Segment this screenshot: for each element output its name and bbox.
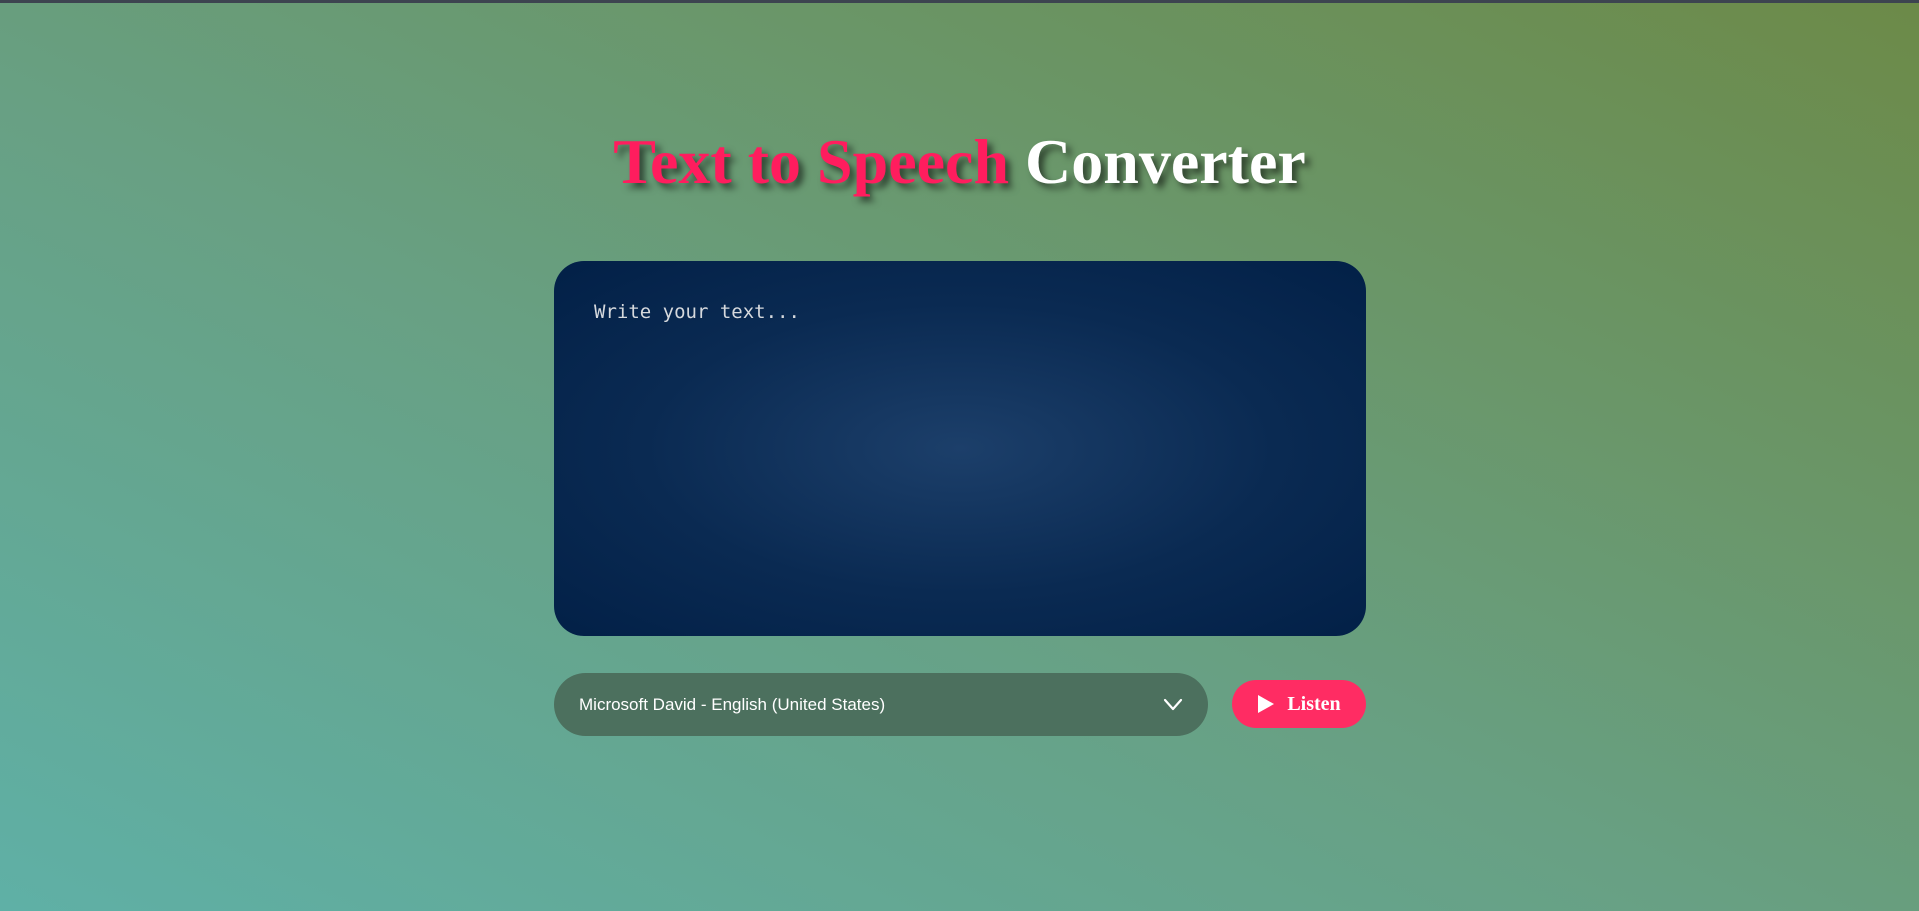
title-rest: Converter — [1025, 126, 1306, 197]
voice-select[interactable]: Microsoft David - English (United States… — [554, 673, 1208, 736]
text-input[interactable] — [554, 261, 1366, 636]
listen-button[interactable]: Listen — [1232, 680, 1366, 728]
listen-button-label: Listen — [1287, 692, 1341, 715]
play-icon — [1258, 695, 1275, 713]
voice-select-value: Microsoft David - English (United States… — [579, 694, 886, 714]
page-title: Text to Speech Converter — [0, 122, 1919, 202]
top-border — [0, 0, 1919, 3]
title-accent: Text to Speech — [613, 126, 1010, 197]
chevron-down-icon — [1163, 698, 1183, 711]
